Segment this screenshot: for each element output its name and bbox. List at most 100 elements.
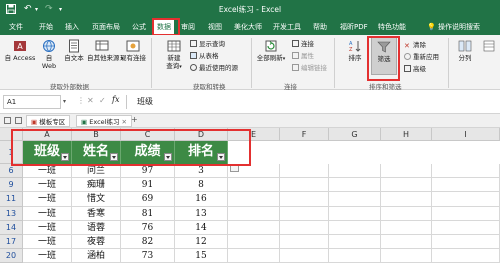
properties-button[interactable]: 属性 (292, 52, 314, 60)
table-cell[interactable]: 91 (121, 178, 175, 193)
table-cell[interactable]: 一班 (23, 220, 72, 235)
table-cell[interactable]: 痴珊 (72, 178, 121, 193)
table-cell[interactable]: 82 (121, 235, 175, 250)
table-cell[interactable]: 涵柏 (72, 249, 121, 263)
tab-formulas[interactable]: 公式 (132, 22, 146, 32)
table-cell[interactable]: 问兰 (72, 164, 121, 179)
advanced-filter-button[interactable]: 高级 (404, 65, 426, 73)
empty-cell[interactable] (381, 220, 432, 235)
table-cell[interactable]: 3 (175, 164, 228, 179)
empty-cell[interactable] (432, 164, 500, 179)
table-cell[interactable]: 12 (175, 235, 228, 250)
name-box-dropdown-icon[interactable]: ▾ (63, 98, 66, 105)
empty-cell[interactable] (228, 235, 280, 250)
table-cell[interactable]: 16 (175, 192, 228, 207)
sort-button[interactable]: AZ 排序 (345, 39, 365, 62)
tab-file[interactable]: 文件 (9, 22, 23, 32)
add-tab-icon[interactable]: + (131, 115, 138, 124)
empty-cell[interactable] (329, 235, 381, 250)
table-cell[interactable]: 夜蓉 (72, 235, 121, 250)
empty-cell[interactable] (432, 235, 500, 250)
empty-cell[interactable] (280, 235, 329, 250)
from-table-button[interactable]: 从表格 (190, 52, 219, 60)
cancel-entry-icon[interactable]: ✕ (87, 96, 94, 105)
name-box[interactable]: A1 (3, 95, 61, 109)
empty-cell[interactable] (329, 178, 381, 193)
show-queries-button[interactable]: 显示查询 (190, 40, 225, 48)
tab-page-layout[interactable]: 页面布局 (92, 22, 120, 32)
empty-cell[interactable] (432, 206, 500, 221)
flash-fill-button[interactable] (480, 39, 498, 54)
tab-workbook-file[interactable]: ▣ Excel练习 ✕ (76, 115, 132, 127)
empty-cell[interactable] (228, 249, 280, 263)
empty-cell[interactable] (432, 178, 500, 193)
row-header[interactable]: 11 (0, 192, 23, 207)
table-cell[interactable]: 一班 (23, 178, 72, 193)
clear-filter-button[interactable]: ✕ 清除 (404, 41, 426, 50)
row-header[interactable]: 20 (0, 249, 23, 263)
empty-cell[interactable] (329, 164, 381, 179)
refresh-all-button[interactable]: 全部刷新▾ (255, 39, 287, 63)
tab-home[interactable]: 开始 (39, 22, 53, 32)
empty-cell[interactable] (329, 206, 381, 221)
empty-cell[interactable] (381, 249, 432, 263)
column-header[interactable]: G (329, 128, 381, 141)
table-cell[interactable]: 香寒 (72, 206, 121, 221)
from-web-button[interactable]: 自 Web (38, 39, 60, 70)
reapply-button[interactable]: 重新应用 (404, 53, 439, 61)
empty-cell[interactable] (432, 249, 500, 263)
tell-me-search[interactable]: 操作说明搜索 (438, 22, 480, 32)
empty-cell[interactable] (381, 206, 432, 221)
tab-view[interactable]: 视图 (208, 22, 222, 32)
empty-cell[interactable] (381, 235, 432, 250)
empty-cell[interactable] (329, 192, 381, 207)
row-header[interactable]: 9 (0, 178, 23, 193)
empty-cell[interactable] (381, 178, 432, 193)
confirm-entry-icon[interactable]: ✓ (99, 96, 106, 105)
empty-cell[interactable] (280, 164, 329, 179)
table-cell[interactable]: 15 (175, 249, 228, 263)
connections-button[interactable]: 连接 (292, 40, 314, 48)
tab-insert[interactable]: 插入 (65, 22, 79, 32)
empty-cell[interactable] (280, 206, 329, 221)
empty-cell[interactable] (329, 220, 381, 235)
table-cell[interactable]: 8 (175, 178, 228, 193)
from-access-button[interactable]: A 自 Access (3, 39, 37, 62)
text-to-columns-button[interactable]: 分列 (455, 39, 475, 62)
table-cell[interactable]: 14 (175, 220, 228, 235)
insert-function-icon[interactable]: fx (112, 95, 119, 104)
formula-input[interactable]: 班级 (126, 95, 498, 109)
table-cell[interactable]: 97 (121, 164, 175, 179)
column-header[interactable]: I (432, 128, 500, 141)
empty-cell[interactable] (329, 249, 381, 263)
row-header[interactable]: 14 (0, 220, 23, 235)
empty-cell[interactable] (280, 192, 329, 207)
table-cell[interactable]: 一班 (23, 164, 72, 179)
empty-cell[interactable] (432, 220, 500, 235)
edit-links-button[interactable]: 编辑链接 (292, 64, 327, 72)
tab-developer[interactable]: 开发工具 (273, 22, 301, 32)
table-cell[interactable]: 73 (121, 249, 175, 263)
table-cell[interactable]: 69 (121, 192, 175, 207)
row-header[interactable]: 6 (0, 164, 23, 179)
grid-view-icon[interactable] (4, 117, 11, 124)
tab-template-zone[interactable]: ▣ 模板专区 (26, 115, 71, 127)
empty-cell[interactable] (228, 220, 280, 235)
tab-foxit-pdf[interactable]: 福昕PDF (340, 22, 368, 32)
empty-cell[interactable] (280, 220, 329, 235)
empty-cell[interactable] (432, 192, 500, 207)
row-header[interactable]: 13 (0, 206, 23, 221)
table-cell[interactable]: 一班 (23, 249, 72, 263)
empty-cell[interactable] (280, 249, 329, 263)
tab-special[interactable]: 特色功能 (378, 22, 406, 32)
new-query-button[interactable]: 新建 查询▾ (163, 39, 185, 71)
table-cell[interactable]: 一班 (23, 235, 72, 250)
empty-cell[interactable] (280, 178, 329, 193)
table-cell[interactable]: 13 (175, 206, 228, 221)
close-icon[interactable]: ✕ (122, 118, 127, 126)
empty-cell[interactable] (381, 164, 432, 179)
empty-cell[interactable] (381, 192, 432, 207)
empty-cell[interactable] (228, 192, 280, 207)
row-header[interactable]: 17 (0, 235, 23, 250)
tab-beautify[interactable]: 美化大师 (234, 22, 262, 32)
